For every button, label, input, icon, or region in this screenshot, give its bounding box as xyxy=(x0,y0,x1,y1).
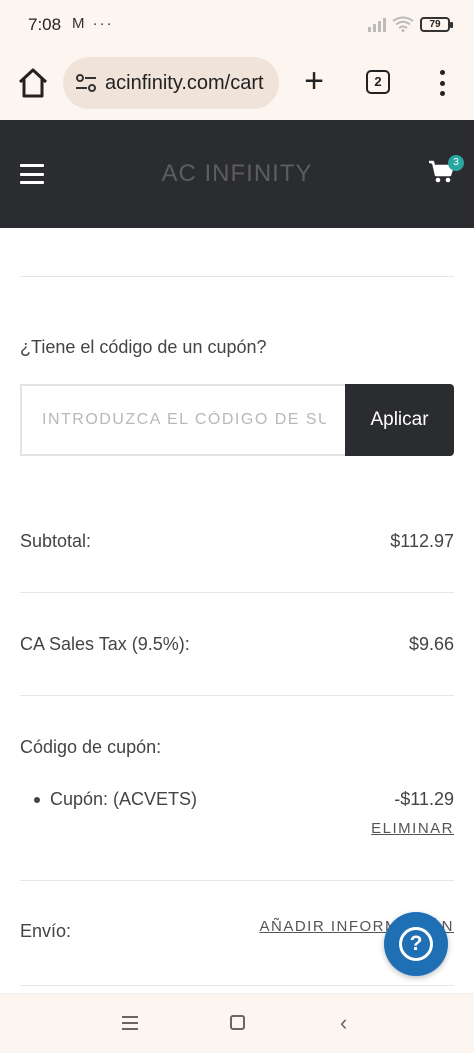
subtotal-value: $112.97 xyxy=(390,531,454,551)
home-nav-icon[interactable] xyxy=(230,1015,245,1030)
site-settings-icon[interactable] xyxy=(75,73,97,93)
status-time: 7:08 xyxy=(28,15,62,34)
divider xyxy=(20,985,454,986)
coupon-field[interactable] xyxy=(20,384,346,456)
tab-switcher-button[interactable]: 2 xyxy=(366,70,390,94)
url-text: acinfinity.com/cart xyxy=(105,72,264,94)
browser-toolbar: acinfinity.com/cart + 2 xyxy=(0,52,474,120)
bullet xyxy=(34,797,40,803)
shipping-label: Envío: xyxy=(20,921,72,941)
help-button[interactable]: ? xyxy=(384,912,448,976)
coupon-question: ¿Tiene el código de un cupón? xyxy=(20,337,267,357)
coupon-discount-value: -$11.29 xyxy=(394,789,454,809)
new-tab-button[interactable]: + xyxy=(298,64,330,98)
address-bar[interactable]: acinfinity.com/cart xyxy=(63,57,279,109)
coupon-item-label: Cupón: (ACVETS) xyxy=(50,789,198,809)
brand-logo[interactable]: AC INFINITY xyxy=(0,160,474,188)
tax-value: $9.66 xyxy=(408,634,454,654)
coupon-code-input[interactable] xyxy=(22,386,346,454)
cart-count-badge: 3 xyxy=(448,155,464,171)
site-header: AC INFINITY xyxy=(0,120,474,228)
wifi-icon xyxy=(392,16,414,32)
coupon-code-label: Código de cupón: xyxy=(20,737,162,757)
recent-apps-icon[interactable] xyxy=(122,1016,138,1030)
divider xyxy=(20,276,454,277)
help-icon: ? xyxy=(399,927,433,961)
tax-label: CA Sales Tax (9.5%): xyxy=(20,634,190,654)
system-nav-bar: ‹ xyxy=(0,993,474,1053)
apply-coupon-button[interactable]: Aplicar xyxy=(345,384,454,456)
home-icon[interactable] xyxy=(16,66,50,100)
battery-icon: 79 xyxy=(420,16,453,32)
back-icon[interactable]: ‹ xyxy=(340,1010,347,1036)
remove-coupon-link[interactable]: ELIMINAR xyxy=(371,820,454,837)
subtotal-label: Subtotal: xyxy=(20,531,92,551)
divider xyxy=(20,880,454,881)
divider xyxy=(20,695,454,696)
notification-icons: M ··· xyxy=(72,15,114,32)
browser-menu-button[interactable] xyxy=(432,68,452,98)
status-right: 79 xyxy=(368,16,453,32)
divider xyxy=(20,592,454,593)
signal-icon xyxy=(368,16,386,32)
status-bar: 7:08 M ··· 79 xyxy=(0,0,474,52)
